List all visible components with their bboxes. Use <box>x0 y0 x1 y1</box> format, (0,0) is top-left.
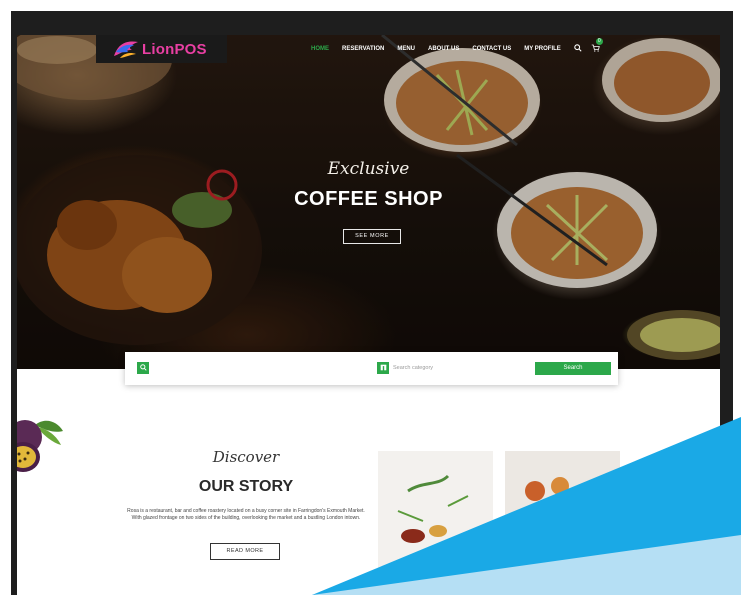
ingredients-photo <box>505 451 620 595</box>
story-subtitle: Discover <box>212 448 280 466</box>
see-more-button[interactable]: SEE MORE <box>343 229 401 244</box>
main-menu: HOME RESERVATION MENU ABOUT US CONTACT U… <box>311 38 609 54</box>
search-icon <box>137 362 149 374</box>
search-icon[interactable] <box>574 44 582 54</box>
search-bar: Search category Search <box>125 352 618 385</box>
category-search-input[interactable]: Search category <box>393 362 531 374</box>
search-input[interactable] <box>153 362 385 374</box>
nav-contact-us[interactable]: CONTACT US <box>472 46 511 52</box>
cart-icon[interactable]: 0 <box>591 38 603 54</box>
nav-reservation[interactable]: RESERVATION <box>342 46 384 52</box>
story-description: Rosa is a restaurant, bar and coffee roa… <box>127 508 365 521</box>
our-story-section: Discover OUR STORY Rosa is a restaurant,… <box>17 369 720 595</box>
nav-my-profile[interactable]: MY PROFILE <box>524 46 561 52</box>
nav-home[interactable]: HOME <box>311 46 329 52</box>
logo[interactable]: LionPOS <box>96 35 227 63</box>
hero-subtitle: Exclusive <box>327 159 410 179</box>
story-title: OUR STORY <box>198 478 294 495</box>
top-navigation: LionPOS HOME RESERVATION MENU ABOUT US C… <box>17 35 720 69</box>
nav-about-us[interactable]: ABOUT US <box>428 46 459 52</box>
hero-title: COFFEE SHOP <box>294 188 443 210</box>
lion-logo-icon <box>114 41 138 58</box>
read-more-button[interactable]: READ MORE <box>210 543 280 560</box>
search-button[interactable]: Search <box>535 362 611 375</box>
website: LionPOS HOME RESERVATION MENU ABOUT US C… <box>17 35 720 595</box>
logo-text: LionPOS <box>142 40 207 58</box>
cart-count-badge: 0 <box>595 38 603 45</box>
category-icon <box>377 362 389 374</box>
passion-fruit-image <box>17 420 63 472</box>
nav-menu[interactable]: MENU <box>397 46 415 52</box>
hero-section: LionPOS HOME RESERVATION MENU ABOUT US C… <box>17 35 720 369</box>
spices-photo <box>378 451 493 595</box>
